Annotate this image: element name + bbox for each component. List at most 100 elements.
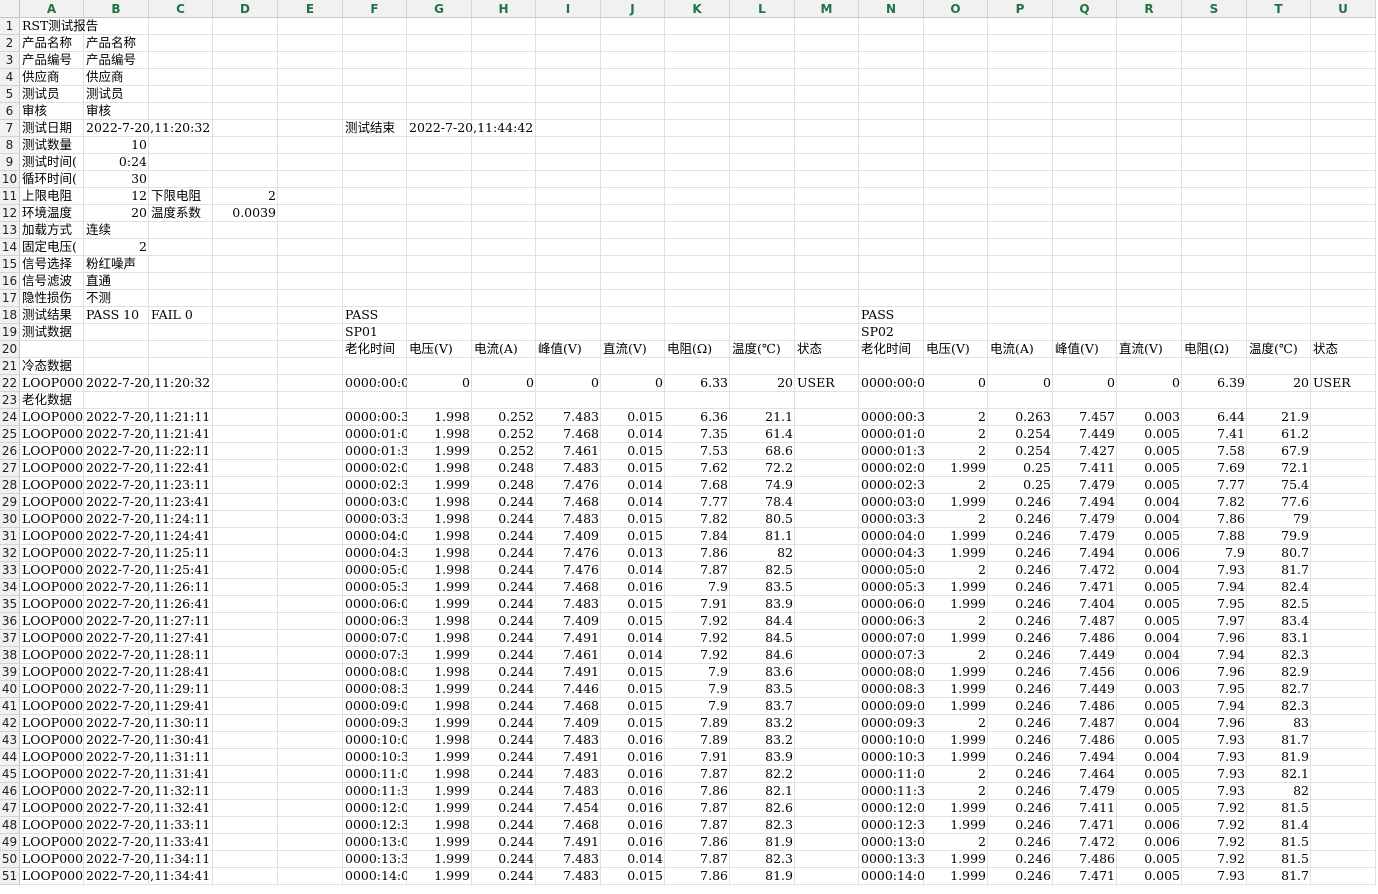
cell-s47[interactable]: 7.92 [1182, 800, 1247, 816]
cell-f29[interactable]: 0000:03:0 [343, 494, 407, 510]
cell-j34[interactable]: 0.016 [601, 579, 665, 595]
cell-k32[interactable]: 7.86 [665, 545, 730, 561]
cell-t44[interactable]: 81.9 [1247, 749, 1311, 765]
cell-r20[interactable]: 直流(V) [1117, 341, 1182, 357]
cell-k44[interactable]: 7.91 [665, 749, 730, 765]
cell-g36[interactable]: 1.998 [407, 613, 472, 629]
cell-k46[interactable]: 7.86 [665, 783, 730, 799]
cell-i31[interactable]: 7.409 [536, 528, 601, 544]
cell-r37[interactable]: 0.004 [1117, 630, 1182, 646]
cell-n39[interactable]: 0000:08:0 [859, 664, 924, 680]
cell-n36[interactable]: 0000:06:3 [859, 613, 924, 629]
cell-h34[interactable]: 0.244 [472, 579, 536, 595]
cell-h29[interactable]: 0.244 [472, 494, 536, 510]
cell-b24[interactable]: 2022-7-20,11:21:11 [84, 409, 210, 425]
cell-g35[interactable]: 1.999 [407, 596, 472, 612]
cell-q35[interactable]: 7.404 [1053, 596, 1117, 612]
cell-h22[interactable]: 0 [472, 375, 536, 391]
cell-l29[interactable]: 78.4 [730, 494, 795, 510]
cell-t50[interactable]: 81.5 [1247, 851, 1311, 867]
cell-n47[interactable]: 0000:12:0 [859, 800, 924, 816]
cell-s51[interactable]: 7.93 [1182, 868, 1247, 884]
row-header[interactable]: 2 [0, 35, 20, 52]
cell-p25[interactable]: 0.254 [988, 426, 1053, 442]
cell-f49[interactable]: 0000:13:0 [343, 834, 407, 850]
cell-t47[interactable]: 81.5 [1247, 800, 1311, 816]
row-header[interactable]: 10 [0, 171, 20, 188]
row-header[interactable]: 6 [0, 103, 20, 120]
row-header[interactable]: 4 [0, 69, 20, 86]
cell-l25[interactable]: 61.4 [730, 426, 795, 442]
cell-n38[interactable]: 0000:07:3 [859, 647, 924, 663]
cell-j42[interactable]: 0.015 [601, 715, 665, 731]
cell-a3[interactable]: 产品编号 [20, 52, 84, 68]
cell-a1[interactable]: RST测试报告 [20, 18, 98, 34]
cell-b46[interactable]: 2022-7-20,11:32:11 [84, 783, 210, 799]
column-header-i[interactable]: I [536, 0, 601, 18]
cell-a39[interactable]: LOOP00016 [20, 664, 84, 680]
cell-j32[interactable]: 0.013 [601, 545, 665, 561]
cell-a9[interactable]: 测试时间( [20, 154, 84, 170]
cell-h51[interactable]: 0.244 [472, 868, 536, 884]
cell-p51[interactable]: 0.246 [988, 868, 1053, 884]
cell-f40[interactable]: 0000:08:3 [343, 681, 407, 697]
cell-d11[interactable]: 2 [213, 188, 278, 204]
cell-q46[interactable]: 7.479 [1053, 783, 1117, 799]
cell-r38[interactable]: 0.004 [1117, 647, 1182, 663]
cell-m20[interactable]: 状态 [795, 341, 859, 357]
cell-n51[interactable]: 0000:14:0 [859, 868, 924, 884]
cell-l37[interactable]: 84.5 [730, 630, 795, 646]
cell-o46[interactable]: 2 [924, 783, 988, 799]
cell-p27[interactable]: 0.25 [988, 460, 1053, 476]
cell-a46[interactable]: LOOP00023 [20, 783, 84, 799]
cell-n46[interactable]: 0000:11:3 [859, 783, 924, 799]
cell-t26[interactable]: 67.9 [1247, 443, 1311, 459]
cell-h24[interactable]: 0.252 [472, 409, 536, 425]
row-header[interactable]: 12 [0, 205, 20, 222]
cell-t38[interactable]: 82.3 [1247, 647, 1311, 663]
cell-b12[interactable]: 20 [84, 205, 149, 221]
cell-o30[interactable]: 2 [924, 511, 988, 527]
cell-r43[interactable]: 0.005 [1117, 732, 1182, 748]
cell-r22[interactable]: 0 [1117, 375, 1182, 391]
cell-j41[interactable]: 0.015 [601, 698, 665, 714]
cell-g34[interactable]: 1.999 [407, 579, 472, 595]
row-header[interactable]: 37 [0, 630, 20, 647]
cell-t24[interactable]: 21.9 [1247, 409, 1311, 425]
cell-g28[interactable]: 1.999 [407, 477, 472, 493]
cell-r49[interactable]: 0.006 [1117, 834, 1182, 850]
row-header[interactable]: 36 [0, 613, 20, 630]
cell-i22[interactable]: 0 [536, 375, 601, 391]
row-header[interactable]: 24 [0, 409, 20, 426]
row-header[interactable]: 47 [0, 800, 20, 817]
cell-j39[interactable]: 0.015 [601, 664, 665, 680]
cell-i32[interactable]: 7.476 [536, 545, 601, 561]
cell-a6[interactable]: 审核 [20, 103, 84, 119]
cell-h38[interactable]: 0.244 [472, 647, 536, 663]
cell-i45[interactable]: 7.483 [536, 766, 601, 782]
cell-q37[interactable]: 7.486 [1053, 630, 1117, 646]
cell-l28[interactable]: 74.9 [730, 477, 795, 493]
row-header[interactable]: 15 [0, 256, 20, 273]
cell-s20[interactable]: 电阻(Ω) [1182, 341, 1247, 357]
column-header-o[interactable]: O [924, 0, 988, 18]
cell-b14[interactable]: 2 [84, 239, 149, 255]
cell-t34[interactable]: 82.4 [1247, 579, 1311, 595]
cell-g24[interactable]: 1.998 [407, 409, 472, 425]
cell-f39[interactable]: 0000:08:0 [343, 664, 407, 680]
cell-k40[interactable]: 7.9 [665, 681, 730, 697]
cell-o35[interactable]: 1.999 [924, 596, 988, 612]
cell-n41[interactable]: 0000:09:0 [859, 698, 924, 714]
cell-h45[interactable]: 0.244 [472, 766, 536, 782]
cell-r31[interactable]: 0.005 [1117, 528, 1182, 544]
cell-h50[interactable]: 0.244 [472, 851, 536, 867]
cell-i36[interactable]: 7.409 [536, 613, 601, 629]
cell-h39[interactable]: 0.244 [472, 664, 536, 680]
cell-p31[interactable]: 0.246 [988, 528, 1053, 544]
cell-l47[interactable]: 82.6 [730, 800, 795, 816]
cell-n42[interactable]: 0000:09:3 [859, 715, 924, 731]
cell-o29[interactable]: 1.999 [924, 494, 988, 510]
cell-p44[interactable]: 0.246 [988, 749, 1053, 765]
cell-b39[interactable]: 2022-7-20,11:28:41 [84, 664, 210, 680]
cell-h33[interactable]: 0.244 [472, 562, 536, 578]
